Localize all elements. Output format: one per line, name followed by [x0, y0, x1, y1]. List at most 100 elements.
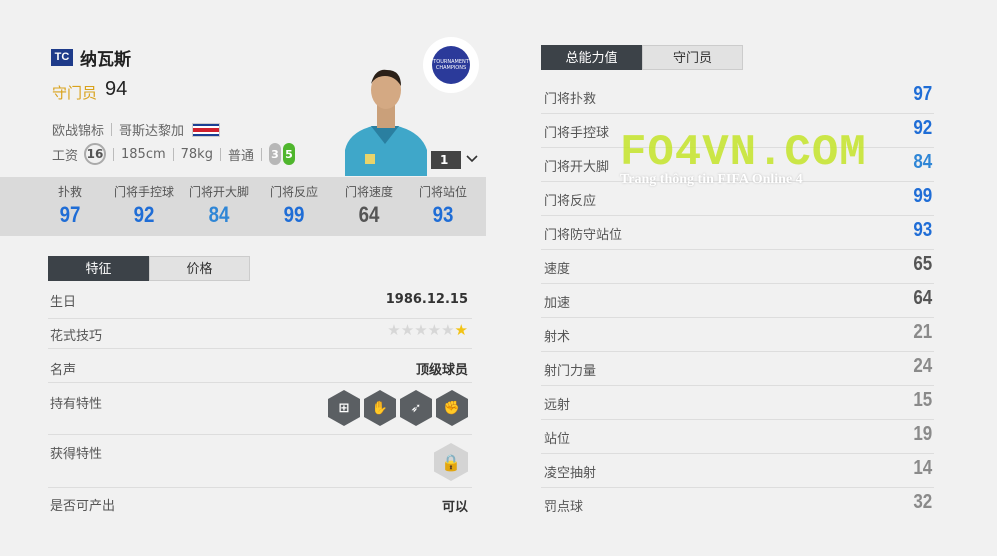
goalkeeper-dive-icon[interactable]: ➶	[400, 390, 432, 426]
attribute-value: 19	[913, 423, 932, 445]
tab-traits[interactable]: 特征	[48, 256, 149, 281]
watermark-title: FO4VN.COM	[620, 128, 867, 178]
attribute-row: 罚点球 32	[541, 488, 934, 522]
key-stat-value: 99	[283, 202, 305, 227]
player-name: 纳瓦斯	[80, 50, 131, 70]
height-value: 185cm	[121, 146, 166, 162]
attribute-label: 门将手控球	[544, 126, 610, 141]
acquired-trait-slot[interactable]: 🔒	[434, 443, 468, 481]
costa-rica-flag-icon	[192, 122, 221, 137]
league-nation-row: 欧战锦标 哥斯达黎加	[52, 120, 221, 139]
attribute-label: 站位	[544, 432, 571, 447]
divider	[111, 123, 113, 136]
lock-icon: 🔒	[434, 443, 468, 481]
sellable-label: 是否可产出	[50, 499, 116, 514]
attribute-row: 门将防守站位 93	[541, 216, 934, 250]
info-row-reputation: 名声 顶级球员	[48, 349, 472, 383]
acquired-label: 获得特性	[50, 447, 103, 462]
attribute-value: 92	[913, 117, 932, 139]
tab-overall-attributes[interactable]: 总能力值	[541, 45, 642, 70]
tab-price[interactable]: 价格	[149, 256, 250, 281]
nationality-label: 哥斯达黎加	[119, 124, 185, 139]
attribute-value: 93	[913, 219, 932, 241]
attribute-value: 65	[913, 253, 932, 275]
attribute-value: 84	[913, 151, 932, 173]
attribute-value: 32	[913, 491, 932, 513]
reputation-value: 顶级球员	[415, 363, 468, 378]
attribute-row: 速度 65	[541, 250, 934, 284]
info-row-traits: 持有特性 ⊞ ✋ ➶ ✊	[48, 383, 472, 435]
goalkeeper-net-icon[interactable]: ⊞	[328, 390, 360, 426]
key-stat-label: 门将开大脚	[188, 185, 249, 199]
attribute-value: 24	[913, 355, 932, 377]
team-badge-text: TOURNAMENT CHAMPIONS	[433, 59, 469, 71]
tournament-champions-logo: TOURNAMENT CHAMPIONS	[432, 46, 470, 84]
right-tab-bar: 总能力值 守门员	[541, 45, 743, 70]
weight-value: 78kg	[180, 146, 213, 162]
key-stat: 门将手控球 92	[106, 183, 182, 228]
birthday-label: 生日	[50, 295, 77, 310]
goalkeeper-hand-icon[interactable]: ✊	[436, 390, 468, 426]
chevron-down-icon[interactable]	[466, 153, 478, 167]
key-stat-value: 64	[358, 202, 380, 227]
physical-row: 工资 16 185cm 78kg 普通 3 5	[52, 143, 295, 165]
attribute-label: 门将开大脚	[544, 160, 610, 175]
key-stat: 门将速度 64	[331, 183, 407, 228]
attribute-row: 门将扑救 97	[541, 80, 934, 114]
star-icon: ★	[400, 321, 415, 339]
key-stat-label: 扑救	[57, 185, 82, 199]
wage-badge: 16	[84, 143, 107, 165]
attribute-row: 射门力量 24	[541, 352, 934, 386]
reputation-label: 名声	[50, 363, 77, 378]
key-stats-band: 扑救 97 门将手控球 92 门将开大脚 84 门将反应 99 门将速度 64 …	[0, 177, 486, 236]
key-stat-value: 92	[133, 202, 155, 227]
info-row-sellable: 是否可产出 可以	[48, 488, 472, 520]
wage-label: 工资	[52, 148, 79, 164]
attribute-value: 99	[913, 185, 932, 207]
trait-icons: ⊞ ✋ ➶ ✊	[324, 390, 468, 426]
skill-level-pill: 5	[282, 143, 295, 165]
goalkeeper-glove-icon[interactable]: ✋	[364, 390, 396, 426]
season-badge: TC	[51, 49, 73, 66]
info-row-acquired: 获得特性 🔒	[48, 435, 472, 488]
birthday-value: 1986.12.15	[385, 292, 468, 307]
attribute-label: 门将扑救	[544, 92, 597, 107]
sellable-value: 可以	[441, 500, 468, 515]
attribute-label: 加速	[544, 296, 571, 311]
divider	[260, 147, 262, 161]
star-icon: ★	[427, 321, 442, 339]
star-icon: ★	[441, 321, 455, 339]
attribute-value: 64	[913, 287, 932, 309]
key-stat-value: 84	[208, 202, 230, 227]
key-stat-label: 门将手控球	[113, 185, 174, 199]
attribute-row: 射术 21	[541, 318, 934, 352]
attribute-value: 21	[913, 321, 932, 343]
key-stat-label: 门将反应	[269, 185, 318, 199]
attribute-label: 罚点球	[544, 500, 584, 515]
traits-label: 持有特性	[50, 397, 103, 412]
player-portrait	[335, 62, 435, 176]
info-row-skill-moves: 花式技巧 ★★★★★★	[48, 319, 472, 349]
attribute-value: 14	[913, 457, 932, 479]
attribute-label: 射门力量	[544, 364, 597, 379]
divider	[219, 147, 221, 161]
attribute-label: 门将反应	[544, 194, 597, 209]
tab-goalkeeper[interactable]: 守门员	[642, 45, 743, 70]
attribute-label: 远射	[544, 398, 571, 413]
watermark: FO4VN.COM Trang thông tin FIFA Online 4	[620, 128, 900, 188]
star-icon: ★	[454, 321, 468, 339]
key-stat-value: 93	[432, 202, 454, 227]
attribute-label: 射术	[544, 330, 571, 345]
key-stat-label: 门将站位	[418, 185, 467, 199]
weak-foot-pill: 3	[268, 143, 281, 165]
attribute-value: 15	[913, 389, 932, 411]
body-type-value: 普通	[227, 148, 254, 164]
player-position: 守门员	[52, 84, 98, 102]
upgrade-level[interactable]: 1	[431, 151, 461, 169]
info-row-birthday: 生日 1986.12.15	[48, 287, 472, 319]
divider	[172, 147, 174, 161]
key-stat: 门将站位 93	[405, 183, 481, 228]
attribute-label: 速度	[544, 262, 571, 277]
attribute-label: 凌空抽射	[544, 466, 597, 481]
attribute-row: 远射 15	[541, 386, 934, 420]
